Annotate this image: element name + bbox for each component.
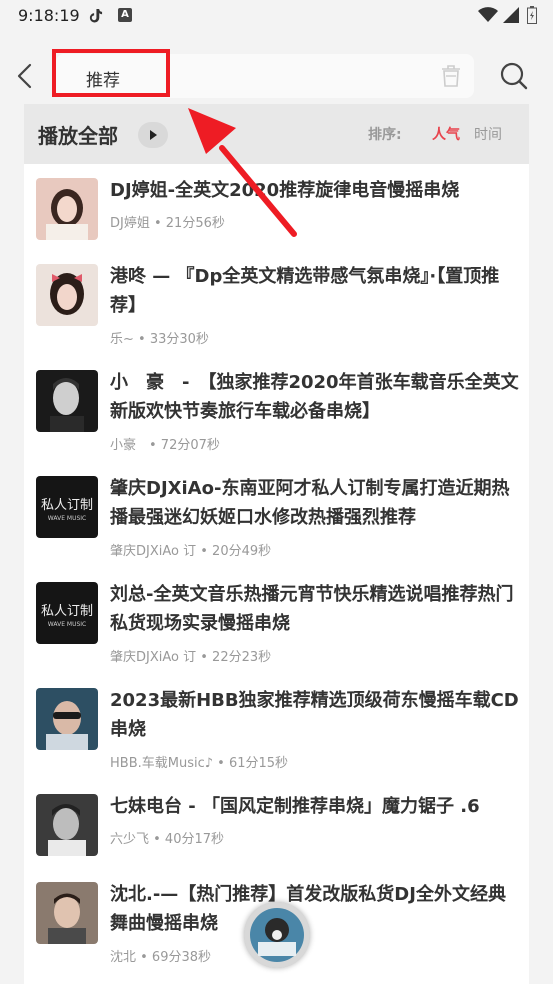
item-meta: HBB.车载Music♪ • 61分15秒 [110,756,289,771]
item-title[interactable]: 2023最新HBB独家推荐精选顶级荷东慢摇车载CD串烧 [110,686,520,744]
item-meta: 六少飞 • 40分17秒 [110,832,225,847]
battery-icon [527,6,537,24]
cover-subtext: WAVE MUSIC [48,515,86,522]
status-bar: 9:18:19 A [0,0,553,32]
item-meta: 小豪 • 72分07秒 [110,438,220,453]
status-time: 9:18:19 [18,6,80,25]
item-title[interactable]: 小 豪 - 【独家推荐2020年首张车载音乐全英文新版欢快节奏旅行车载必备串烧】 [110,368,520,426]
play-all-label[interactable]: 播放全部 [38,120,118,149]
play-icon [150,130,157,140]
cover-text: 私人订制 [41,604,93,619]
item-title[interactable]: 沈北.-—【热门推荐】首发改版私货DJ全外文经典舞曲慢摇串烧 [110,880,520,938]
cover-subtext: WAVE MUSIC [48,621,86,628]
trash-icon[interactable] [440,64,462,88]
disc-icon [244,902,310,968]
wifi-icon [478,7,498,22]
cover-image: 私人订制 WAVE MUSIC [36,476,98,538]
annotation-highlight-box [52,49,170,97]
cover-image [36,178,98,240]
cover-image [36,882,98,944]
item-title[interactable]: 七妹电台 - 「国风定制推荐串烧」魔力锯子 .6 [110,792,520,821]
search-icon[interactable] [496,58,532,94]
item-title[interactable]: DJ婷姐-全英文2020推荐旋律电音慢摇串烧 [110,176,520,205]
cover-image: 私人订制 WAVE MUSIC [36,582,98,644]
play-all-button[interactable] [138,122,168,148]
list-item[interactable]: 2023最新HBB独家推荐精选顶级荷东慢摇车载CD串烧 HBB.车载Music♪… [24,680,529,786]
list-item[interactable]: 港咚 — 『Dp全英文精选带感气氛串烧』·【置顶推荐】 乐~ • 33分30秒 [24,256,529,362]
item-title[interactable]: 刘总-全英文音乐热播元宵节快乐精选说唱推荐热门私货现场实录慢摇串烧 [110,580,520,638]
item-title[interactable]: 肇庆DJXiAo-东南亚阿才私人订制专属打造近期热播最强迷幻妖姬口水修改热播强烈… [110,474,520,532]
cover-image [36,370,98,432]
cover-text: 私人订制 [41,498,93,513]
sort-by-popularity[interactable]: 人气 [432,124,460,144]
sort-label: 排序: [368,127,402,143]
item-meta: 肇庆DJXiAo 订 • 22分23秒 [110,650,272,665]
cover-image [36,688,98,750]
list-item[interactable]: 私人订制 WAVE MUSIC 肇庆DJXiAo-东南亚阿才私人订制专属打造近期… [24,468,529,574]
sort-by-time[interactable]: 时间 [474,124,502,144]
tiktok-icon [89,8,103,23]
mini-player-button[interactable] [244,902,310,968]
signal-icon [503,7,519,23]
cover-image [36,264,98,326]
cover-image [36,794,98,856]
item-meta: 乐~ • 33分30秒 [110,332,209,347]
item-meta: 肇庆DJXiAo 订 • 20分49秒 [110,544,272,559]
item-meta: DJ婷姐 • 21分56秒 [110,216,225,231]
chevron-left-icon[interactable] [10,60,42,92]
list-item[interactable]: 私人订制 WAVE MUSIC 刘总-全英文音乐热播元宵节快乐精选说唱推荐热门私… [24,574,529,680]
results-panel: 播放全部 排序: 人气 时间 DJ婷姐-全英文2020推荐旋律电音慢摇串烧 DJ… [24,104,529,984]
item-title[interactable]: 港咚 — 『Dp全英文精选带感气氛串烧』·【置顶推荐】 [110,262,520,320]
item-meta: 沈北 • 69分38秒 [110,950,212,965]
a-icon: A [118,8,132,22]
list-header: 播放全部 排序: 人气 时间 [24,104,529,164]
list-item[interactable]: 小 豪 - 【独家推荐2020年首张车载音乐全英文新版欢快节奏旅行车载必备串烧】… [24,362,529,468]
